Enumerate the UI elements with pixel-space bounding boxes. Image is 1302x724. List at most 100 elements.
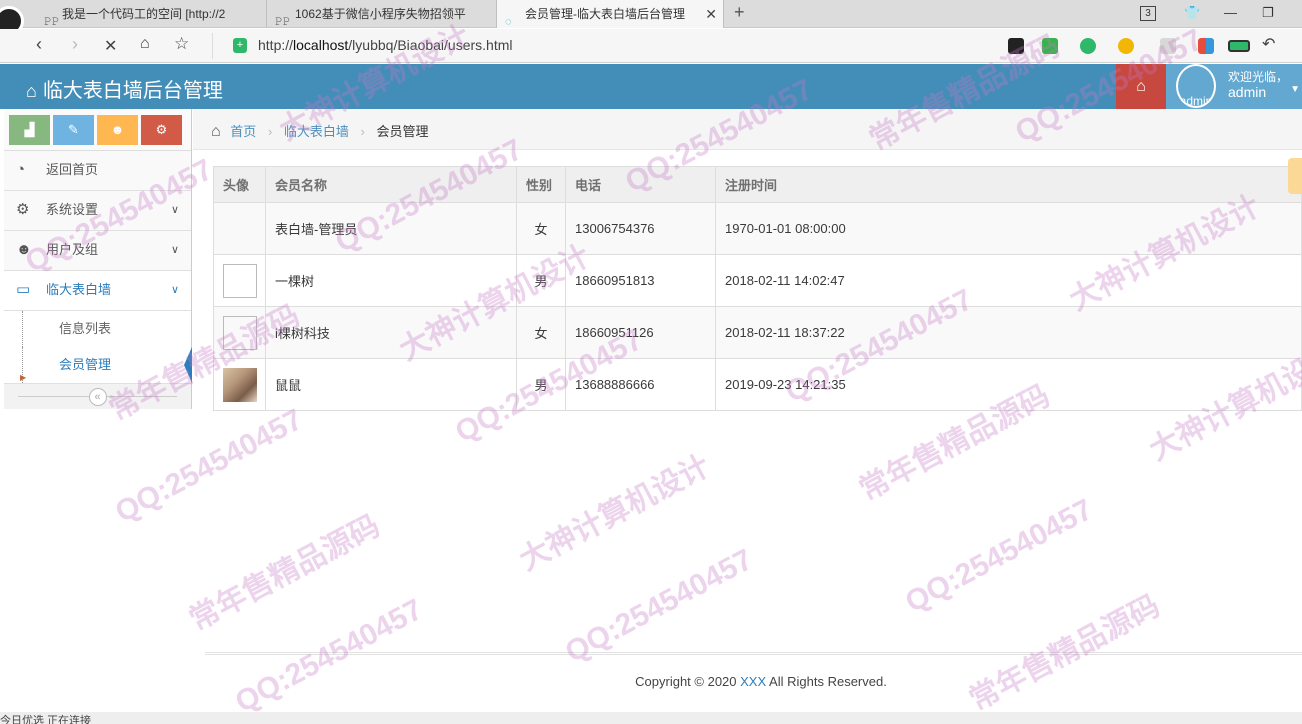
avatar-cell: [213, 202, 266, 255]
member-registered: 2018-02-11 18:37:22: [715, 306, 1302, 359]
avatar-cell: [213, 306, 266, 359]
minimize-icon[interactable]: —: [1224, 5, 1237, 20]
breadcrumb-home-link[interactable]: 首页: [230, 124, 256, 139]
users-icon: ☻: [16, 241, 32, 258]
back-icon[interactable]: ‹: [36, 34, 42, 55]
skin-icon[interactable]: 👕: [1184, 5, 1200, 21]
browser-tab-title: 1062基于微信小程序失物招领平: [295, 7, 466, 21]
member-name: 一棵树: [265, 254, 517, 307]
table-row: 鼠鼠 男 13688886666 2019-09-23 14:21:35: [213, 358, 1302, 411]
watermark: QQ:254540457: [110, 402, 309, 530]
apps-icon[interactable]: [1198, 38, 1214, 54]
member-avatar-image: [223, 367, 257, 402]
sidebar-item-users[interactable]: ☻ 用户及组 ∨: [4, 231, 191, 271]
browser-tab-title: 我是一个代码工的空间 [http://2: [62, 7, 226, 21]
sidebar-item-label: 系统设置: [46, 202, 99, 217]
group-icon[interactable]: ☻: [97, 115, 138, 145]
breadcrumb-separator: ›: [267, 124, 273, 139]
table-row: 表白墙-管理员 女 13006754376 1970-01-01 08:00:0…: [213, 202, 1302, 255]
member-phone: 18660951813: [565, 254, 716, 307]
new-tab-icon[interactable]: +: [734, 2, 745, 23]
signal-icon[interactable]: ▟: [9, 115, 50, 145]
column-header-phone: 电话: [565, 166, 716, 203]
tab-count-badge[interactable]: 3: [1140, 6, 1156, 21]
member-gender: 男: [516, 254, 566, 307]
breadcrumb-section-link[interactable]: 临大表白墙: [284, 124, 349, 139]
header-home-button[interactable]: ⌂: [1116, 64, 1166, 109]
member-registered: 2018-02-11 14:02:47: [715, 254, 1302, 307]
footer-suffix: All Rights Reserved.: [766, 674, 887, 689]
browser-tab-2[interactable]: 𝙿𝙿 1062基于微信小程序失物招领平: [266, 0, 494, 28]
member-phone: 13688886666: [565, 358, 716, 411]
sidebar-item-label: 用户及组: [46, 242, 99, 257]
star-icon[interactable]: ☆: [174, 34, 189, 54]
status-text: 今日优选 正在连接: [0, 715, 92, 724]
footer-divider: [205, 652, 1302, 655]
undo-icon[interactable]: ↶: [1262, 34, 1275, 54]
sidebar-shortcuts: ▟ ✎ ☻ ⚙: [4, 109, 191, 151]
page-icon: 𝙿𝙿: [44, 16, 60, 28]
member-registered: 1970-01-01 08:00:00: [715, 202, 1302, 255]
browser-tab-1[interactable]: 𝙿𝙿 我是一个代码工的空间 [http://2: [22, 0, 262, 28]
member-phone: 13006754376: [565, 202, 716, 255]
sidebar-subitem-members[interactable]: ▶ 会员管理: [20, 347, 192, 383]
sidebar-item-wall[interactable]: ▭ 临大表白墙 ∨: [4, 271, 191, 311]
table-row: i棵树科技 女 18660951126 2018-02-11 18:37:22: [213, 306, 1302, 359]
sidebar-item-label: 临大表白墙: [46, 282, 112, 297]
column-header-avatar: 头像: [213, 166, 266, 203]
column-header-name: 会员名称: [265, 166, 517, 203]
welcome-text: 欢迎光临， admin: [1228, 70, 1289, 100]
cogs-icon[interactable]: ⚙: [141, 115, 182, 145]
column-header-registered: 注册时间: [715, 166, 1302, 203]
stop-icon[interactable]: ✕: [104, 36, 117, 56]
sidebar-subitem-label: 会员管理: [59, 357, 112, 372]
chevron-down-icon: ∨: [170, 244, 179, 256]
chevron-down-icon: ∨: [170, 284, 179, 296]
footer-prefix: Copyright © 2020: [635, 674, 741, 689]
desktop-icon: ▭: [16, 281, 31, 298]
breadcrumb-separator: ›: [360, 124, 365, 139]
pencil-icon[interactable]: ✎: [53, 115, 94, 145]
url-text[interactable]: http://localhost/lyubbq/Biaobai/users.ht…: [258, 37, 513, 53]
page-icon: 𝙿𝙿: [275, 16, 291, 28]
close-tab-icon[interactable]: ✕: [705, 0, 717, 28]
member-name: i棵树科技: [265, 306, 517, 359]
breadcrumb: ⌂ 首页 › 临大表白墙 › 会员管理: [193, 109, 1302, 150]
coupon-icon[interactable]: [1118, 38, 1134, 54]
home-icon[interactable]: ⌂: [140, 35, 150, 53]
table-row: 一棵树 男 18660951813 2018-02-11 14:02:47: [213, 254, 1302, 307]
browser-tab-3-active[interactable]: ◌ 会员管理-临大表白墙后台管理 ✕: [496, 0, 724, 28]
brand[interactable]: ⌂ 临大表白墙后台管理: [26, 74, 223, 103]
collapse-sidebar-icon[interactable]: «: [88, 388, 107, 406]
extension-icon[interactable]: [1008, 38, 1024, 54]
sidebar-subitem-info-list[interactable]: 信息列表: [22, 311, 191, 347]
column-header-gender: 性别: [516, 166, 566, 203]
footer-link[interactable]: XXX: [740, 674, 766, 689]
user-menu[interactable]: admin 欢迎光临， admin ▼: [1166, 64, 1302, 109]
browser-navbar: ‹ › ✕ ⌂ ☆ + http://localhost/lyubbq/Biao…: [0, 29, 1302, 63]
home-icon: ⌂: [211, 123, 221, 140]
address-bar[interactable]: + http://localhost/lyubbq/Biaobai/users.…: [212, 33, 982, 59]
browser-tab-title: 会员管理-临大表白墙后台管理: [525, 7, 685, 21]
settings-tab[interactable]: [1288, 158, 1302, 194]
scissors-icon[interactable]: [1042, 38, 1058, 54]
sidebar-item-home[interactable]: ◔ 返回首页: [4, 151, 191, 191]
sidebar-submenu: 信息列表 ▶ 会员管理: [4, 311, 192, 384]
translate-icon[interactable]: [1080, 38, 1096, 54]
sidebar-item-label: 返回首页: [46, 162, 99, 177]
home-icon: ⌂: [1136, 78, 1146, 95]
member-name: 鼠鼠: [265, 358, 517, 411]
image-icon[interactable]: [1160, 38, 1176, 54]
watermark: QQ:254540457: [900, 492, 1099, 620]
sidebar: ▟ ✎ ☻ ⚙ ◔ 返回首页 ⚙ 系统设置 ∨ ☻ 用户及组 ∨ ▭ 临大表白墙 ∨ …: [4, 109, 192, 409]
forward-icon[interactable]: ›: [72, 34, 78, 55]
watermark: 大神计算机设计: [514, 449, 716, 578]
secure-shield-icon: +: [233, 38, 247, 53]
chevron-down-icon: ∨: [170, 204, 179, 216]
sidebar-item-settings[interactable]: ⚙ 系统设置 ∨: [4, 191, 191, 231]
dashboard-icon: ◔: [16, 161, 26, 178]
watermark: QQ:254540457: [560, 542, 759, 670]
maximize-icon[interactable]: ❐: [1262, 5, 1274, 21]
battery-icon[interactable]: [1228, 40, 1250, 52]
sidebar-subitem-label: 信息列表: [59, 321, 112, 336]
